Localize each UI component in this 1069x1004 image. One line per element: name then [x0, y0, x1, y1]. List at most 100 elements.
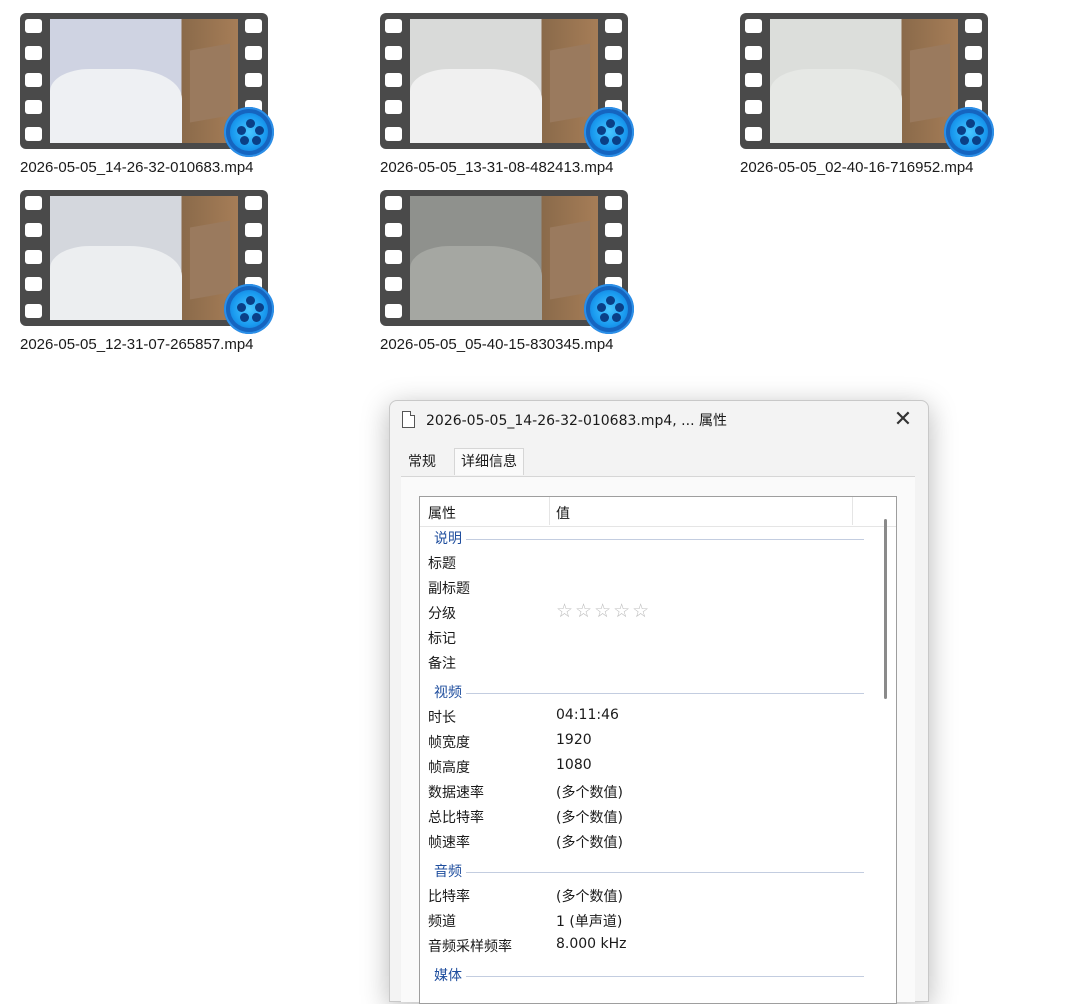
sprocket-hole [605, 73, 622, 87]
property-value: (多个数值) [556, 835, 623, 851]
sprocket-hole [245, 250, 262, 264]
tab-general[interactable]: 常规 [402, 449, 442, 475]
property-row[interactable]: 音频采样频率 8.000 kHz [420, 933, 870, 958]
sprocket-hole [965, 46, 982, 60]
property-row[interactable]: 分级 ☆☆☆☆☆ [420, 600, 870, 625]
property-value: 1 (单声道) [556, 914, 623, 930]
sprocket-hole [245, 73, 262, 87]
sprocket-hole [25, 304, 42, 318]
video-file[interactable]: 2026-05-05_12-31-07-265857.mp4 [20, 190, 310, 360]
video-file[interactable]: 2026-05-05_05-40-15-830345.mp4 [380, 190, 670, 360]
close-button[interactable]: ✕ [888, 405, 918, 435]
scrollbar[interactable] [884, 519, 887, 699]
sprocket-hole [25, 100, 42, 114]
file-name: 2026-05-05_05-40-15-830345.mp4 [380, 336, 614, 353]
reel-dot [255, 303, 264, 312]
reel-dot [960, 136, 969, 145]
sprocket-hole [745, 127, 762, 141]
reel-dot [246, 119, 255, 128]
video-preview [50, 19, 238, 143]
property-row[interactable]: 标题 [420, 550, 870, 575]
reel-dot [246, 296, 255, 305]
reel-dot [957, 126, 966, 135]
sprocket-hole [385, 100, 402, 114]
group-description: 说明 [420, 526, 870, 550]
sprocket-hole [745, 46, 762, 60]
property-value: 04:11:46 [556, 707, 619, 723]
property-row[interactable]: 帧速率 (多个数值) [420, 829, 870, 854]
property-row[interactable]: 副标题 [420, 575, 870, 600]
reel-dot [237, 303, 246, 312]
sprocket-hole [385, 223, 402, 237]
reel-dot [615, 126, 624, 135]
property-row[interactable]: 帧宽度 1920 [420, 729, 870, 754]
sprocket-hole [605, 19, 622, 33]
sprocket-hole [25, 73, 42, 87]
property-row[interactable]: 时长 04:11:46 [420, 704, 870, 729]
sprocket-hole [385, 304, 402, 318]
property-value: 1920 [556, 732, 592, 748]
reel-dot [597, 303, 606, 312]
property-list[interactable]: 属性 值 说明 标题 副标题 分级 ☆☆☆☆☆ 标记 备注 视频 时长 04:1… [419, 496, 897, 1004]
reel-dot [615, 303, 624, 312]
sprocket-hole [385, 19, 402, 33]
property-row[interactable]: 总比特率 (多个数值) [420, 804, 870, 829]
property-row[interactable]: 比特率 (多个数值) [420, 883, 870, 908]
property-row[interactable]: 频道 1 (单声道) [420, 908, 870, 933]
reel-dot [252, 313, 261, 322]
video-file[interactable]: 2026-05-05_13-31-08-482413.mp4 [380, 13, 670, 183]
sprocket-hole [25, 19, 42, 33]
rating-stars[interactable]: ☆☆☆☆☆ [556, 600, 651, 622]
file-name: 2026-05-05_13-31-08-482413.mp4 [380, 159, 614, 176]
sprocket-hole [745, 73, 762, 87]
properties-dialog: 2026-05-05_14-26-32-010683.mp4, ... 属性 ✕… [389, 400, 929, 1004]
column-header-value[interactable]: 值 [556, 503, 570, 523]
sprocket-hole [245, 223, 262, 237]
video-preview [50, 196, 238, 320]
reel-dot [606, 119, 615, 128]
file-name: 2026-05-05_12-31-07-265857.mp4 [20, 336, 254, 353]
property-key: 帧宽度 [428, 735, 470, 751]
property-key: 标题 [428, 556, 456, 572]
reel-dot [612, 313, 621, 322]
qq-player-icon [944, 107, 994, 157]
tab-details[interactable]: 详细信息 [454, 448, 524, 475]
property-key: 备注 [428, 656, 456, 672]
sprocket-hole [245, 196, 262, 210]
property-row[interactable]: 备注 [420, 650, 870, 675]
sprocket-hole [25, 277, 42, 291]
column-header-property[interactable]: 属性 [428, 503, 456, 523]
video-file[interactable]: 2026-05-05_02-40-16-716952.mp4 [740, 13, 1030, 183]
property-key: 音频采样频率 [428, 939, 512, 955]
property-row[interactable]: 标记 [420, 625, 870, 650]
sprocket-hole [25, 223, 42, 237]
dialog-titlebar[interactable]: 2026-05-05_14-26-32-010683.mp4, ... 属性 ✕ [390, 401, 928, 439]
property-value: (多个数值) [556, 810, 623, 826]
reel-dot [975, 126, 984, 135]
group-label: 音频 [434, 861, 466, 881]
reel-dot [600, 136, 609, 145]
sprocket-hole [25, 127, 42, 141]
property-row[interactable]: 数据速率 (多个数值) [420, 779, 870, 804]
reel-dot [612, 136, 621, 145]
group-label: 说明 [434, 528, 466, 548]
group-label: 视频 [434, 682, 466, 702]
group-audio: 音频 [420, 859, 870, 883]
property-key: 数据速率 [428, 785, 484, 801]
sprocket-hole [25, 250, 42, 264]
reel-dot [597, 126, 606, 135]
property-row[interactable]: 帧高度 1080 [420, 754, 870, 779]
sprocket-hole [245, 19, 262, 33]
video-file[interactable]: 2026-05-05_14-26-32-010683.mp4 [20, 13, 310, 183]
reel-dot [600, 313, 609, 322]
group-video: 视频 [420, 680, 870, 704]
property-value: (多个数值) [556, 889, 623, 905]
file-name: 2026-05-05_14-26-32-010683.mp4 [20, 159, 254, 176]
property-key: 标记 [428, 631, 456, 647]
sprocket-hole [385, 277, 402, 291]
reel-dot [237, 126, 246, 135]
property-key: 帧高度 [428, 760, 470, 776]
sprocket-hole [605, 196, 622, 210]
property-key: 频道 [428, 914, 456, 930]
details-panel: 属性 值 说明 标题 副标题 分级 ☆☆☆☆☆ 标记 备注 视频 时长 04:1… [401, 476, 915, 1004]
